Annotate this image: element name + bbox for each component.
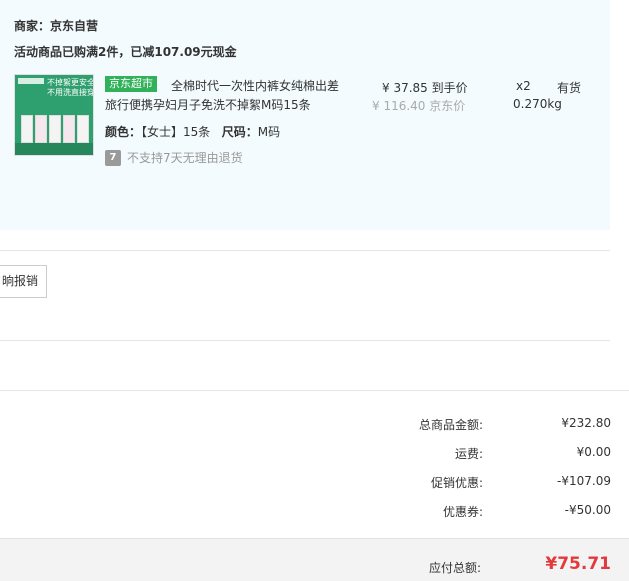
size-label: 尺码： xyxy=(221,125,258,139)
thumbnail-caption: 不掉絮更安全 xyxy=(47,78,94,87)
color-value: 【女士】15条 xyxy=(141,125,211,139)
product-thumbnail[interactable]: 不掉絮更安全 不用洗直接穿 xyxy=(14,74,94,156)
promo-text: 活动商品已购满2件，已减107.09元现金 xyxy=(14,45,237,59)
thumbnail-caption: 不用洗直接穿 xyxy=(47,88,94,97)
product-title-link[interactable]: 全棉时代一次性内裤女纯棉出差 xyxy=(171,77,339,94)
divider xyxy=(0,250,610,251)
no-return-notice: 7 不支持7天无理由退货 xyxy=(105,149,243,166)
total-amount: ¥75.71 xyxy=(545,554,611,574)
final-price: ¥ 37.85 到手价 xyxy=(382,81,468,95)
weight: 0.270kg xyxy=(513,97,562,111)
divider xyxy=(0,390,629,391)
quantity: x2 xyxy=(516,79,531,93)
product-attributes: 颜色：【女士】15条 尺码：M码 xyxy=(105,123,280,140)
total-label: 应付总额: xyxy=(428,561,481,575)
summary-label: 促销优惠: xyxy=(430,476,483,490)
summary-label: 总商品金额: xyxy=(418,418,483,432)
jd-price: ¥ 116.40 京东价 xyxy=(372,99,466,113)
merchant-label: 商家：京东自营 xyxy=(14,19,99,33)
summary-value: -¥50.00 xyxy=(564,503,611,517)
summary-value: -¥107.09 xyxy=(557,474,611,488)
summary-value: ¥0.00 xyxy=(576,445,611,459)
product-title-link[interactable]: 旅行便携孕妇月子免洗不掉絮M码15条 xyxy=(105,96,311,113)
order-panel: 商家：京东自营 活动商品已购满2件，已减107.09元现金 不掉絮更安全 不用洗… xyxy=(0,0,610,230)
supermarket-tag: 京东超市 xyxy=(105,76,157,92)
brand-logo xyxy=(18,78,44,84)
color-label: 颜色： xyxy=(105,125,142,139)
total-bar: 应付总额: ¥75.71 xyxy=(0,538,629,581)
summary-label: 优惠券: xyxy=(442,505,483,519)
divider xyxy=(0,340,610,341)
reimbursement-button[interactable]: 晌报销 xyxy=(0,265,47,298)
summary-label: 运费: xyxy=(454,447,483,461)
size-value: M码 xyxy=(257,125,281,139)
summary-value: ¥232.80 xyxy=(561,416,611,430)
stock-status: 有货 xyxy=(557,81,582,95)
no-return-icon: 7 xyxy=(105,149,121,166)
no-return-text: 不支持7天无理由退货 xyxy=(127,151,243,165)
